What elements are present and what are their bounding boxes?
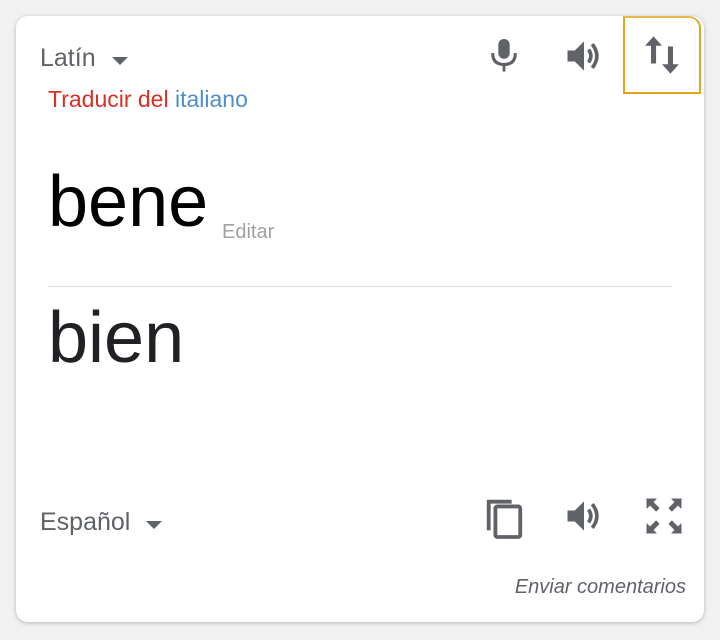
copy-icon [486, 499, 523, 539]
translation-text: bien [48, 298, 185, 378]
chevron-down-icon [111, 56, 128, 65]
listen-translation-button[interactable] [556, 488, 612, 544]
target-language-select[interactable]: Español [40, 508, 163, 537]
send-feedback-link[interactable]: Enviar comentarios [515, 576, 686, 599]
detected-language-suggestion: Traducir del italiano [48, 86, 248, 113]
swap-icon [645, 36, 679, 74]
detected-prefix: Traducir del [48, 86, 169, 112]
detected-language-link[interactable]: italiano [175, 86, 248, 112]
edit-link[interactable]: Editar [222, 221, 274, 244]
source-language-select[interactable]: Latín [40, 44, 128, 73]
listen-source-button[interactable] [556, 28, 612, 84]
speaker-icon [567, 41, 599, 71]
fullscreen-button[interactable] [636, 488, 692, 544]
swap-languages-button[interactable] [623, 16, 701, 94]
source-language-label: Latín [40, 44, 96, 72]
target-language-label: Español [40, 508, 131, 536]
speaker-icon [567, 501, 599, 531]
fullscreen-icon [646, 498, 682, 534]
translate-card: Latín Traducir del italiano bene Editar … [16, 16, 704, 622]
source-text: bene [48, 162, 209, 242]
mic-button[interactable] [476, 28, 532, 84]
chevron-down-icon [146, 520, 163, 529]
mic-icon [491, 39, 517, 72]
divider [48, 286, 672, 287]
copy-button[interactable] [476, 488, 532, 544]
